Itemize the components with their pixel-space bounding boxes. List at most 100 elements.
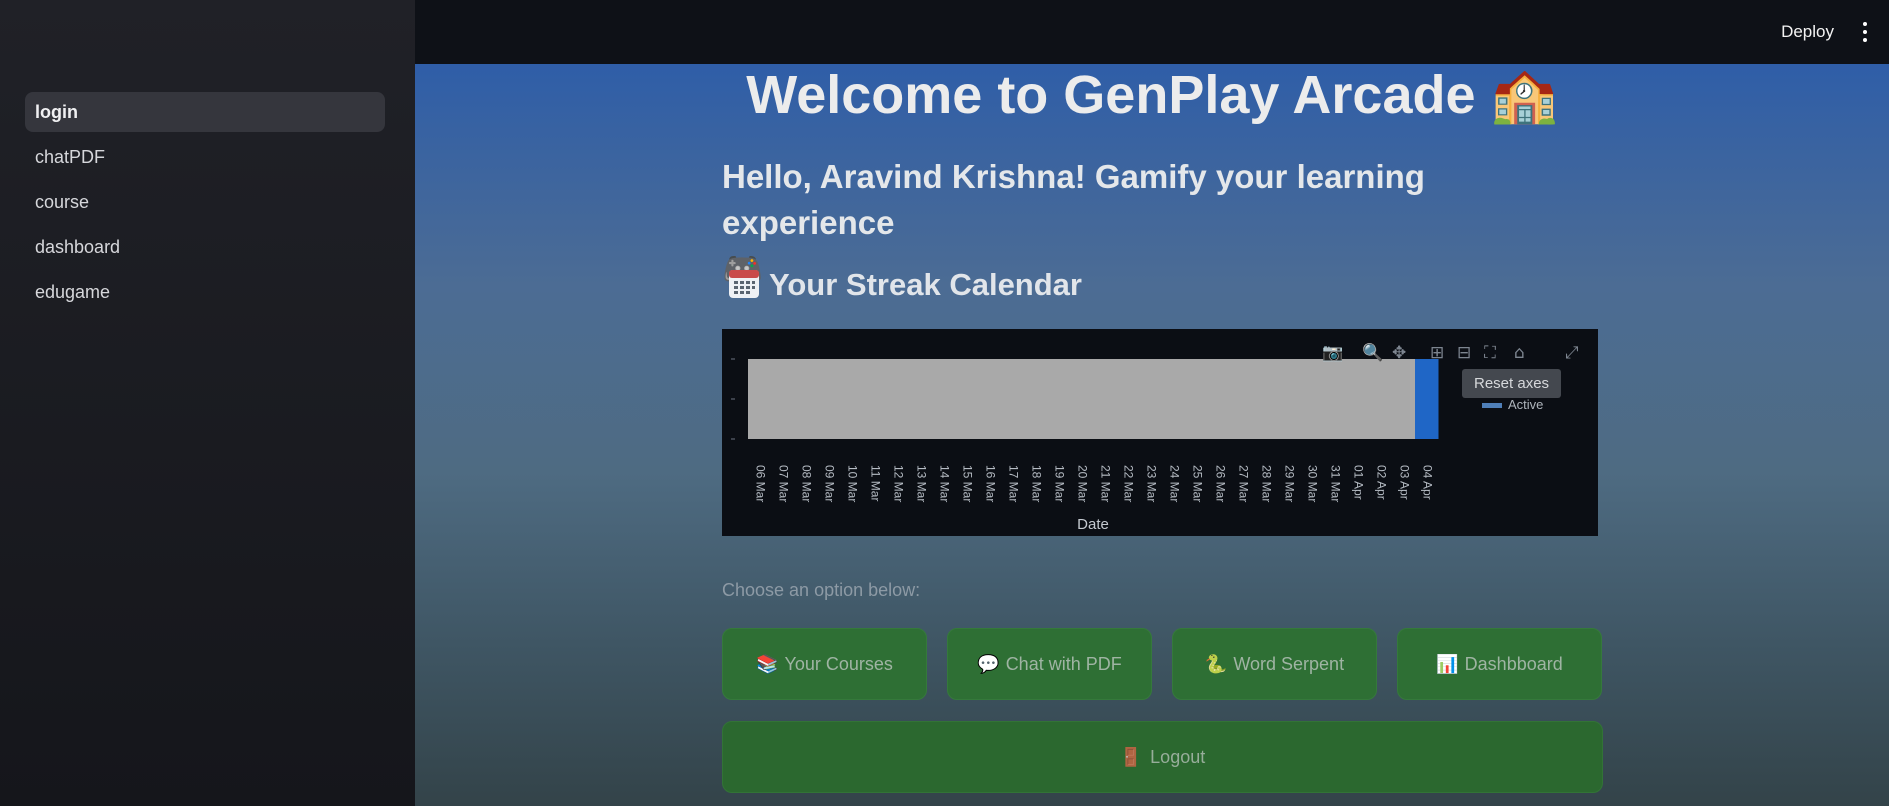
word-serpent-button[interactable]: 🐍 Word Serpent	[1172, 628, 1377, 700]
x-tick-label: 04 Apr	[1420, 465, 1434, 500]
heatmap-cell[interactable]	[932, 359, 956, 439]
x-tick-label: 08 Mar	[799, 465, 813, 502]
legend-label: Active	[1508, 397, 1544, 412]
deploy-button[interactable]: Deploy	[1781, 22, 1834, 42]
heatmap-cell[interactable]	[1139, 359, 1163, 439]
greeting-line: Hello, Aravind Krishna! Gamify your lear…	[722, 158, 1425, 241]
heatmap-cell[interactable]	[748, 359, 772, 439]
x-tick-label: 19 Mar	[1052, 465, 1066, 502]
heatmap-cell[interactable]	[771, 359, 795, 439]
x-tick-label: 21 Mar	[1098, 465, 1112, 502]
top-bar: Deploy	[415, 0, 1889, 64]
x-tick-label: 26 Mar	[1213, 465, 1227, 502]
x-tick-label: 03 Apr	[1397, 465, 1411, 500]
heatmap-cell[interactable]	[955, 359, 979, 439]
heatmap-cell[interactable]	[886, 359, 910, 439]
fullscreen-icon[interactable]: ⤢	[1565, 343, 1579, 363]
x-tick-label: 20 Mar	[1075, 465, 1089, 502]
main-content: Welcome to GenPlay Arcade 🏫 Hello, Aravi…	[415, 64, 1889, 806]
x-tick-label: 18 Mar	[1029, 465, 1043, 502]
x-tick-label: 22 Mar	[1121, 465, 1135, 502]
x-tick-label: 25 Mar	[1190, 465, 1204, 502]
heatmap-cell[interactable]	[1277, 359, 1301, 439]
heatmap-cell[interactable]	[1093, 359, 1117, 439]
autoscale-icon[interactable]: ⛶	[1484, 343, 1496, 363]
heatmap-cell[interactable]	[817, 359, 841, 439]
heatmap-cell[interactable]	[1047, 359, 1071, 439]
sidebar-item-edugame[interactable]: edugame	[25, 272, 385, 312]
x-tick-label: 13 Mar	[914, 465, 928, 502]
sidebar-item-dashboard[interactable]: dashboard	[25, 227, 385, 267]
heatmap-cell[interactable]	[1392, 359, 1416, 439]
heatmap-cell[interactable]	[1116, 359, 1140, 439]
heatmap-cell[interactable]	[1162, 359, 1186, 439]
x-tick-label: 31 Mar	[1328, 465, 1342, 502]
zoom-out-icon[interactable]: ⊟	[1457, 343, 1471, 363]
x-tick-label: 11 Mar	[868, 465, 882, 501]
heatmap-cell[interactable]	[1254, 359, 1278, 439]
sidebar: login chatPDF course dashboard edugame	[0, 0, 415, 806]
sidebar-item-chatpdf[interactable]: chatPDF	[25, 137, 385, 177]
choose-option-label: Choose an option below:	[722, 580, 921, 600]
bar-chart-icon: 📊	[1436, 653, 1459, 674]
x-tick-label: 28 Mar	[1259, 465, 1273, 502]
zoom-in-icon[interactable]: ⊞	[1430, 343, 1444, 363]
logout-button[interactable]: 🚪 Logout	[722, 721, 1603, 793]
x-tick-label: 02 Apr	[1374, 465, 1388, 500]
calendar-icon	[729, 270, 759, 298]
heatmap-cell[interactable]	[840, 359, 864, 439]
dashboard-button[interactable]: 📊 Dashbboard	[1397, 628, 1602, 700]
x-tick-label: 17 Mar	[1006, 465, 1020, 502]
chat-with-pdf-button[interactable]: 💬 Chat with PDF	[947, 628, 1152, 700]
door-icon: 🚪	[1119, 746, 1143, 767]
heatmap-cell[interactable]	[1185, 359, 1209, 439]
x-tick-label: 29 Mar	[1282, 465, 1296, 502]
heatmap-cell[interactable]	[1346, 359, 1370, 439]
pan-icon[interactable]: ✥	[1392, 343, 1406, 363]
x-tick-label: 30 Mar	[1305, 465, 1319, 502]
streak-heading-label: Your Streak Calendar	[769, 267, 1082, 302]
speech-bubble-icon: 💬	[977, 653, 1000, 674]
heatmap-cell[interactable]	[1001, 359, 1025, 439]
x-tick-label: 07 Mar	[776, 465, 790, 502]
legend-swatch	[1482, 403, 1502, 409]
x-tick-label: 14 Mar	[937, 465, 951, 502]
streak-heading: Your Streak Calendar	[727, 266, 1082, 303]
sidebar-item-login[interactable]: login	[25, 92, 385, 132]
reset-axes-tooltip: Reset axes	[1462, 369, 1562, 398]
x-tick-label: 06 Mar	[753, 465, 767, 502]
heatmap-cell[interactable]	[794, 359, 818, 439]
streak-chart[interactable]: 06 Mar 07 Mar 08 Mar 09 Mar 10 Mar 11 Mar 12 M…	[722, 329, 1598, 536]
x-tick-label: 12 Mar	[891, 465, 905, 502]
camera-icon[interactable]: 📷	[1322, 343, 1343, 363]
reset-axes-icon[interactable]: ⌂	[1514, 343, 1525, 363]
heatmap-cell[interactable]	[1024, 359, 1048, 439]
zoom-icon[interactable]: 🔍	[1362, 343, 1383, 363]
x-tick-label: 15 Mar	[960, 465, 974, 502]
heatmap-cell[interactable]	[1208, 359, 1232, 439]
books-icon: 📚	[756, 653, 779, 674]
heatmap-cell[interactable]	[978, 359, 1002, 439]
heatmap-cell[interactable]	[1323, 359, 1347, 439]
heatmap-cell[interactable]	[1369, 359, 1393, 439]
heatmap-cell[interactable]	[1070, 359, 1094, 439]
x-axis-label: Date	[1077, 516, 1109, 533]
heatmap-cell[interactable]	[863, 359, 887, 439]
page-title: Welcome to GenPlay Arcade 🏫	[746, 65, 1558, 125]
word-serpent-label: Word Serpent	[1233, 653, 1345, 674]
heatmap-cell[interactable]	[909, 359, 933, 439]
x-tick-label: 27 Mar	[1236, 465, 1250, 502]
heatmap-cell[interactable]	[1415, 359, 1439, 439]
chat-with-pdf-label: Chat with PDF	[1005, 653, 1122, 674]
x-tick-label: 10 Mar	[845, 465, 859, 502]
your-courses-label: Your Courses	[784, 653, 893, 674]
x-tick-label: 23 Mar	[1144, 465, 1158, 502]
kebab-menu-icon[interactable]	[1861, 22, 1869, 44]
heatmap-cell[interactable]	[1300, 359, 1324, 439]
heatmap-cell[interactable]	[1231, 359, 1255, 439]
your-courses-button[interactable]: 📚 Your Courses	[722, 628, 927, 700]
sidebar-item-course[interactable]: course	[25, 182, 385, 222]
x-tick-label: 09 Mar	[822, 465, 836, 502]
x-tick-label: 16 Mar	[983, 465, 997, 502]
x-tick-label: 01 Apr	[1351, 465, 1365, 500]
